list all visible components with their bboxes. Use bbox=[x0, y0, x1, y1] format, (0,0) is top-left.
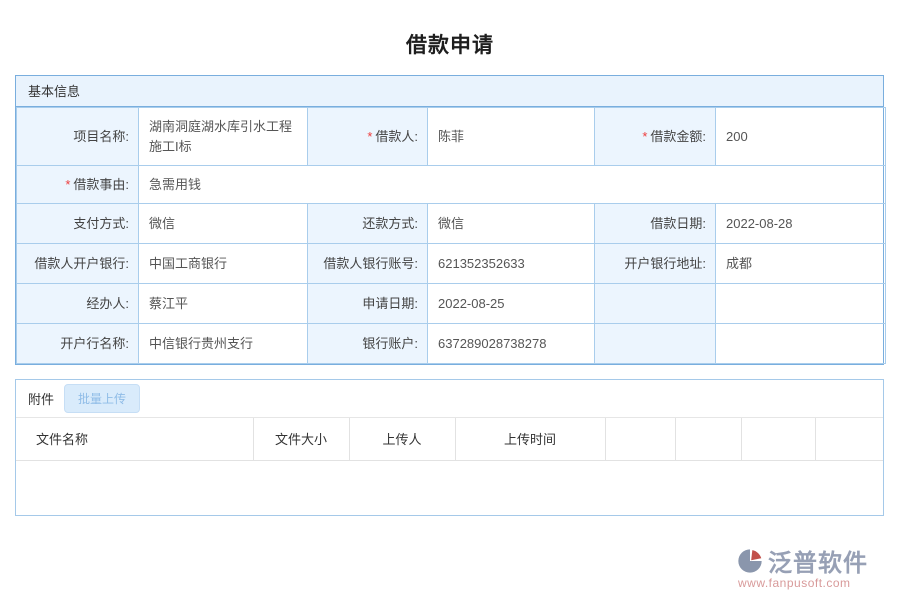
vendor-logo: 泛普软件 www.fanpusoft.com bbox=[736, 543, 886, 590]
basic-info-section-title: 基本信息 bbox=[16, 76, 883, 107]
attachments-label: 附件 bbox=[28, 389, 54, 408]
column-header-empty bbox=[815, 418, 883, 460]
fanpu-logo-icon bbox=[736, 547, 764, 575]
field-borrower-bank-account-value: 621352352633 bbox=[428, 244, 595, 284]
table-row: 支付方式: 微信 还款方式: 微信 借款日期: 2022-08-28 bbox=[17, 204, 886, 244]
field-payment-method-value: 微信 bbox=[139, 204, 308, 244]
attachments-empty-area bbox=[16, 461, 883, 516]
table-row: 开户行名称: 中信银行贵州支行 银行账户: 637289028738278 bbox=[17, 324, 886, 364]
column-header-file-name: 文件名称 bbox=[16, 418, 253, 460]
column-header-file-size: 文件大小 bbox=[253, 418, 349, 460]
field-borrower-value: 陈菲 bbox=[428, 108, 595, 166]
basic-info-panel: 基本信息 项目名称: 湖南洞庭湖水库引水工程施工I标 *借款人: 陈菲 *借款金… bbox=[15, 75, 884, 365]
field-bank-account-label: 银行账户: bbox=[308, 324, 428, 364]
required-mark: * bbox=[642, 129, 647, 144]
vendor-brand-name: 泛普软件 bbox=[768, 543, 868, 578]
attachments-table: 文件名称 文件大小 上传人 上传时间 bbox=[16, 418, 883, 461]
table-row: 经办人: 蔡江平 申请日期: 2022-08-25 bbox=[17, 284, 886, 324]
field-bank-account-value: 637289028738278 bbox=[428, 324, 595, 364]
field-repayment-method-label: 还款方式: bbox=[308, 204, 428, 244]
field-payment-method-label: 支付方式: bbox=[17, 204, 139, 244]
table-row: 借款人开户银行: 中国工商银行 借款人银行账号: 621352352633 开户… bbox=[17, 244, 886, 284]
field-apply-date-label: 申请日期: bbox=[308, 284, 428, 324]
required-mark: * bbox=[367, 129, 372, 144]
field-handler-label: 经办人: bbox=[17, 284, 139, 324]
field-loan-reason-value: 急需用钱 bbox=[139, 166, 886, 204]
field-loan-date-value: 2022-08-28 bbox=[716, 204, 886, 244]
field-bank-address-value: 成都 bbox=[716, 244, 886, 284]
empty-label-cell bbox=[595, 324, 716, 364]
attachments-header: 附件 批量上传 bbox=[16, 380, 883, 418]
empty-label-cell bbox=[595, 284, 716, 324]
attachments-table-header-row: 文件名称 文件大小 上传人 上传时间 bbox=[16, 418, 883, 460]
field-loan-amount-value: 200 bbox=[716, 108, 886, 166]
field-loan-amount-label: *借款金额: bbox=[595, 108, 716, 166]
field-handler-value: 蔡江平 bbox=[139, 284, 308, 324]
required-mark: * bbox=[65, 177, 70, 192]
field-loan-date-label: 借款日期: bbox=[595, 204, 716, 244]
column-header-empty bbox=[741, 418, 815, 460]
field-project-name-label: 项目名称: bbox=[17, 108, 139, 166]
field-account-bank-name-value: 中信银行贵州支行 bbox=[139, 324, 308, 364]
field-apply-date-value: 2022-08-25 bbox=[428, 284, 595, 324]
field-project-name-value: 湖南洞庭湖水库引水工程施工I标 bbox=[139, 108, 308, 166]
basic-info-table: 项目名称: 湖南洞庭湖水库引水工程施工I标 *借款人: 陈菲 *借款金额: 20… bbox=[16, 107, 886, 364]
vendor-website: www.fanpusoft.com bbox=[736, 576, 886, 590]
field-borrower-label: *借款人: bbox=[308, 108, 428, 166]
column-header-upload-time: 上传时间 bbox=[455, 418, 605, 460]
column-header-empty bbox=[675, 418, 741, 460]
field-loan-reason-label: *借款事由: bbox=[17, 166, 139, 204]
column-header-empty bbox=[605, 418, 675, 460]
field-borrower-bank-value: 中国工商银行 bbox=[139, 244, 308, 284]
field-bank-address-label: 开户银行地址: bbox=[595, 244, 716, 284]
empty-value-cell bbox=[716, 284, 886, 324]
batch-upload-button[interactable]: 批量上传 bbox=[64, 384, 140, 413]
empty-value-cell bbox=[716, 324, 886, 364]
table-row: 项目名称: 湖南洞庭湖水库引水工程施工I标 *借款人: 陈菲 *借款金额: 20… bbox=[17, 108, 886, 166]
column-header-uploader: 上传人 bbox=[349, 418, 455, 460]
field-borrower-bank-account-label: 借款人银行账号: bbox=[308, 244, 428, 284]
field-borrower-bank-label: 借款人开户银行: bbox=[17, 244, 139, 284]
page-title: 借款申请 bbox=[0, 0, 900, 59]
table-row: *借款事由: 急需用钱 bbox=[17, 166, 886, 204]
field-account-bank-name-label: 开户行名称: bbox=[17, 324, 139, 364]
field-repayment-method-value: 微信 bbox=[428, 204, 595, 244]
attachments-panel: 附件 批量上传 文件名称 文件大小 上传人 上传时间 bbox=[15, 379, 884, 516]
